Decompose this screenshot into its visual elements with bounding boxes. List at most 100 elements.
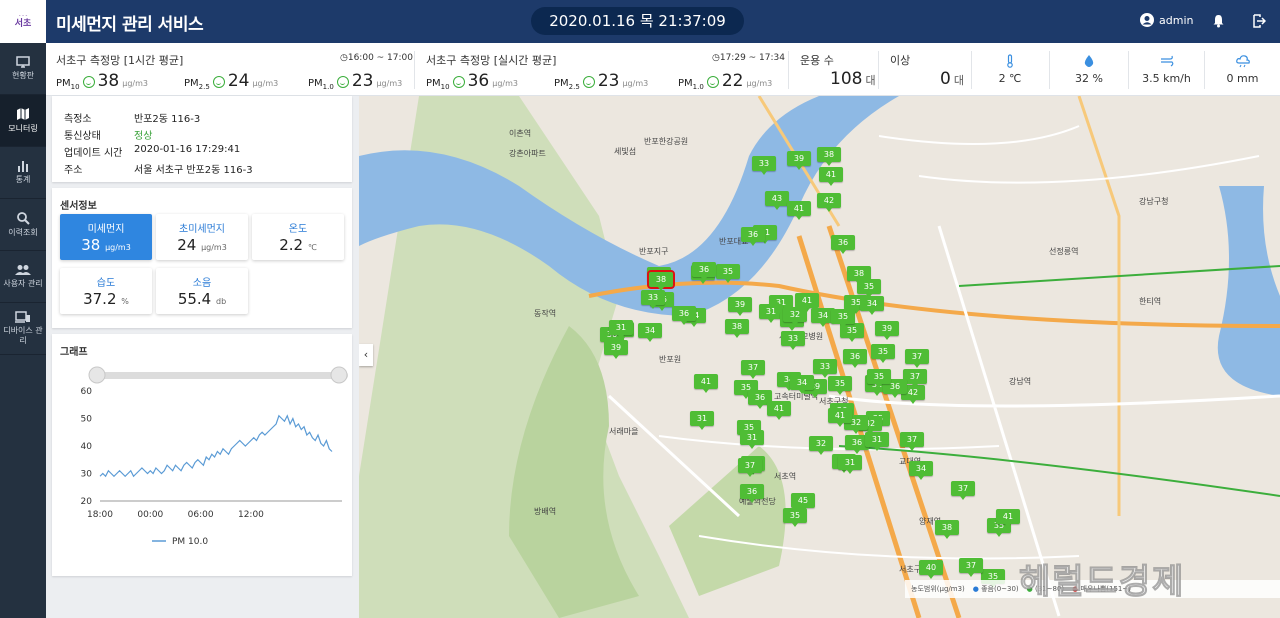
station-marker[interactable]: 36: [741, 227, 765, 246]
sensor-pm10-button[interactable]: 미세먼지 38 μg/m3: [60, 214, 152, 260]
good-face-icon: [706, 76, 719, 88]
sensor-reading: 37.2 %: [60, 290, 152, 308]
slider-handle-right[interactable]: [330, 366, 348, 384]
station-marker[interactable]: 39: [787, 151, 811, 170]
operating-count: 108 대: [830, 69, 876, 89]
map-place-label: 세빛섬: [614, 147, 637, 156]
station-marker[interactable]: 32: [783, 307, 807, 326]
station-marker[interactable]: 37: [738, 458, 762, 477]
station-marker[interactable]: 35: [857, 279, 881, 298]
station-marker[interactable]: 35: [871, 344, 895, 363]
station-marker[interactable]: 32: [809, 436, 833, 455]
seocho-logo[interactable]: - - - 서초: [0, 0, 46, 43]
sidebar-item-monitoring[interactable]: 모니터링: [0, 95, 46, 147]
station-marker[interactable]: 33: [781, 331, 805, 350]
sidebar-item-history[interactable]: 이력조회: [0, 199, 46, 251]
abnormal-count: 0대: [940, 69, 964, 89]
station-marker[interactable]: 41: [819, 167, 843, 186]
station-marker[interactable]: 38: [935, 520, 959, 539]
station-marker[interactable]: 33: [641, 290, 665, 309]
station-marker[interactable]: 42: [817, 193, 841, 212]
station-marker[interactable]: 36: [831, 235, 855, 254]
station-marker[interactable]: 41: [694, 374, 718, 393]
station-marker[interactable]: 41: [996, 509, 1020, 528]
station-value: 반포2동 116-3: [134, 114, 201, 125]
station-marker[interactable]: 31: [690, 411, 714, 430]
station-marker[interactable]: 41: [795, 293, 819, 312]
station-marker[interactable]: 37: [741, 360, 765, 379]
station-marker[interactable]: 36: [672, 306, 696, 325]
x-tick-label: 12:00: [238, 510, 264, 520]
map-place-label: 강촌아파트: [509, 149, 546, 158]
map-place-label: 서초역: [774, 472, 797, 481]
station-marker[interactable]: 37: [900, 432, 924, 451]
hourly-time-range: 16:00 ~ 17:00: [347, 53, 413, 63]
station-marker[interactable]: 35: [831, 309, 855, 328]
station-marker[interactable]: 35: [867, 369, 891, 388]
station-marker[interactable]: 43: [765, 191, 789, 210]
sensor-pm25-button[interactable]: 초미세먼지 24 μg/m3: [156, 214, 248, 260]
sensor-value: 24: [177, 236, 197, 254]
wind-value: 3.5 km/h: [1142, 72, 1191, 85]
station-marker[interactable]: 35: [828, 376, 852, 395]
station-marker[interactable]: 31: [609, 320, 633, 339]
station-marker[interactable]: 34: [790, 375, 814, 394]
y-tick-label: 40: [81, 442, 93, 452]
station-marker[interactable]: 37: [905, 349, 929, 368]
sensor-noise-button[interactable]: 소음 55.4 db: [156, 268, 248, 314]
time-range-slider-track: [94, 372, 348, 379]
station-marker[interactable]: 45: [791, 493, 815, 512]
station-marker[interactable]: 36: [740, 484, 764, 503]
station-marker[interactable]: 39: [728, 297, 752, 316]
station-marker[interactable]: 34: [860, 296, 884, 315]
selected-station-marker[interactable]: 38: [647, 270, 675, 291]
station-marker[interactable]: 33: [752, 156, 776, 175]
logout-icon[interactable]: [1250, 12, 1268, 30]
station-marker[interactable]: 39: [875, 321, 899, 340]
station-marker[interactable]: 39: [604, 340, 628, 359]
station-marker[interactable]: 34: [909, 461, 933, 480]
station-marker[interactable]: 38: [725, 319, 749, 338]
map-view[interactable]: 이촌역 강촌아파트 반포한강공원 세빛섬 반포지구 반포대교 동작역 서래마을 반포원 고속터미널…: [359, 96, 1280, 618]
station-marker[interactable]: 34: [638, 323, 662, 342]
station-marker[interactable]: 38: [817, 147, 841, 166]
current-datetime: 2020.01.16 목 21:37:09: [531, 7, 744, 35]
x-tick-label: 18:00: [87, 510, 113, 520]
sensor-temperature-button[interactable]: 온도 2.2 ℃: [252, 214, 344, 260]
sidebar-item-user-management[interactable]: 사용자 관리: [0, 251, 46, 303]
station-marker[interactable]: 40: [919, 560, 943, 579]
station-marker[interactable]: 41: [828, 408, 852, 427]
station-marker[interactable]: 35: [783, 508, 807, 527]
hourly-pm10: PM10 38 μg/m3: [56, 71, 148, 91]
sidebar-item-dashboard[interactable]: 현황판: [0, 43, 46, 95]
sensor-value: 38: [81, 236, 101, 254]
unit: 대: [953, 74, 964, 87]
sidebar-item-device-management[interactable]: 디바이스 관리: [0, 303, 46, 355]
good-face-icon: [82, 76, 95, 88]
station-marker[interactable]: 36: [692, 262, 716, 281]
sensor-reading: 24 μg/m3: [156, 236, 248, 254]
station-marker[interactable]: 31: [838, 455, 862, 474]
slider-handle-left[interactable]: [88, 366, 106, 384]
notification-bell-icon[interactable]: [1209, 12, 1227, 30]
graph-card: 그래프 20 30 40 50 60 18:00 00:00 06:00 12:00 PM 10.…: [52, 334, 352, 576]
station-marker[interactable]: 33: [813, 359, 837, 378]
station-marker[interactable]: 41: [767, 401, 791, 420]
station-marker[interactable]: 31: [865, 432, 889, 451]
panel-collapse-toggle[interactable]: ‹: [359, 344, 373, 366]
station-marker[interactable]: 41: [787, 201, 811, 220]
sensor-humidity-button[interactable]: 습도 37.2 %: [60, 268, 152, 314]
pm25-value: 24: [227, 71, 250, 91]
station-marker[interactable]: 37: [951, 481, 975, 500]
user-icon: [1140, 13, 1154, 27]
station-marker[interactable]: 35: [716, 264, 740, 283]
user-menu[interactable]: admin: [1140, 13, 1193, 27]
divider: [878, 51, 879, 89]
station-marker[interactable]: 36: [843, 349, 867, 368]
sidebar-item-label: 모니터링: [8, 124, 38, 134]
good-face-icon: [336, 76, 349, 88]
station-marker[interactable]: 37: [959, 558, 983, 577]
legend-label: 농도범위(μg/m3): [911, 585, 965, 593]
sidebar-item-statistics[interactable]: 통계: [0, 147, 46, 199]
station-marker[interactable]: 31: [740, 430, 764, 449]
